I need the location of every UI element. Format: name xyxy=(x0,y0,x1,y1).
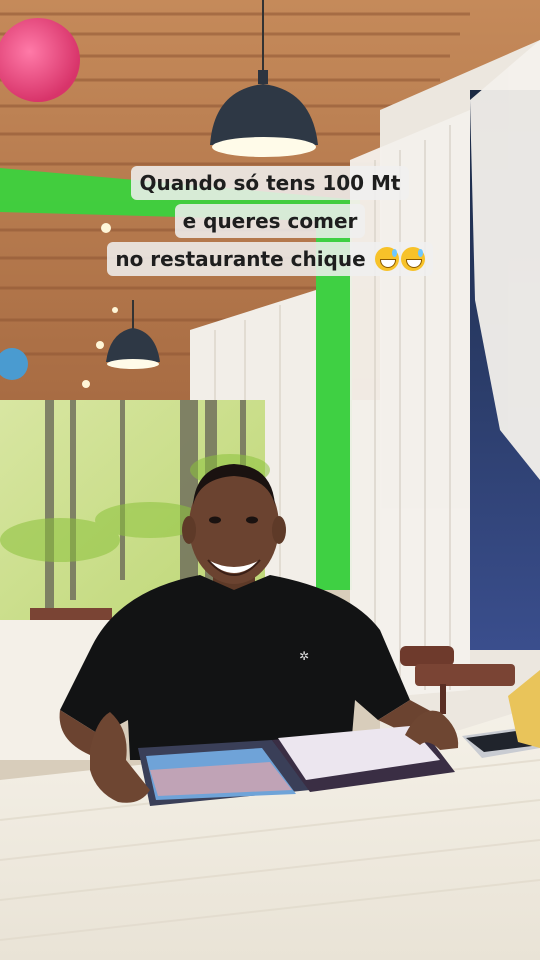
grinning-face-with-sweat-icon xyxy=(374,247,399,271)
caption-line-2: e queres comer xyxy=(174,204,366,238)
svg-text:✲: ✲ xyxy=(299,649,309,663)
chair xyxy=(400,646,454,666)
caption-overlay: Quando só tens 100 Mt e queres comer no … xyxy=(0,166,540,280)
caption-line-3: no restaurante chique xyxy=(107,242,433,276)
grinning-face-with-sweat-icon xyxy=(400,247,425,271)
caption-line-3-text: no restaurante chique xyxy=(115,247,366,271)
photo-illustration: ✲ xyxy=(0,0,540,960)
restaurant-photo: ✲ Quando só tens 100 Mt e queres comer n… xyxy=(0,0,540,960)
caption-line-1: Quando só tens 100 Mt xyxy=(131,166,409,200)
